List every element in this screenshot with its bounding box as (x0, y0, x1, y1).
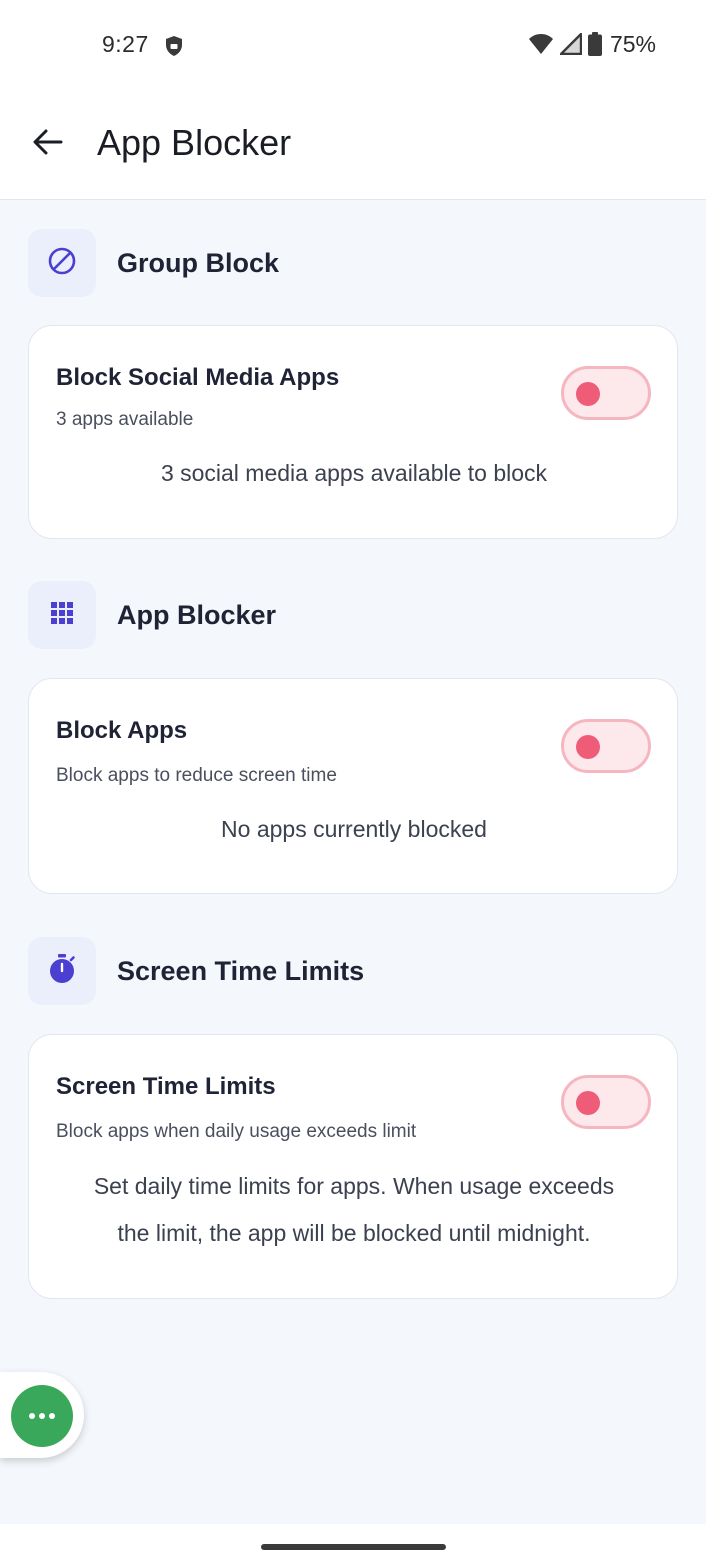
section-title: App Blocker (117, 599, 277, 630)
card-subtitle: Block apps when daily usage exceeds limi… (56, 1121, 417, 1142)
battery-icon (587, 32, 602, 56)
card-subtitle: Block apps to reduce screen time (56, 765, 337, 786)
status-bar: 9:27 75% (0, 0, 706, 90)
card-title: Block Social Media Apps (56, 364, 340, 391)
section-header-app-blocker: App Blocker (28, 581, 678, 649)
status-time: 9:27 (102, 31, 149, 57)
card-description: No apps currently blocked (221, 816, 487, 842)
fab-container (0, 1372, 84, 1458)
toggle-knob (576, 735, 600, 759)
arrow-left-icon (33, 129, 63, 160)
card-title: Block Apps (56, 717, 188, 744)
shield-icon (164, 35, 184, 56)
section-header-group-block: Group Block (28, 229, 678, 297)
app-blocker-card: Block Apps Block apps to reduce screen t… (28, 678, 678, 894)
page-title: App Blocker (97, 122, 292, 163)
screen-time-card: Screen Time Limits Block apps when daily… (28, 1034, 678, 1299)
stopwatch-icon (47, 953, 77, 990)
more-options-button[interactable] (11, 1385, 73, 1447)
section-icon-container (28, 581, 96, 649)
wifi-icon (528, 33, 554, 55)
screen-time-limits-toggle[interactable] (561, 1075, 651, 1129)
card-subtitle: 3 apps available (56, 409, 194, 430)
home-gesture-handle[interactable] (261, 1544, 446, 1550)
description-line: Set daily time limits for apps. When usa… (93, 1173, 615, 1199)
block-apps-toggle[interactable] (561, 719, 651, 773)
app-bar: App Blocker (0, 90, 706, 200)
card-title: Screen Time Limits (56, 1073, 276, 1100)
block-icon (47, 246, 77, 281)
section-title: Screen Time Limits (117, 955, 365, 986)
section-title: Group Block (117, 247, 280, 278)
social-media-block-toggle[interactable] (561, 366, 651, 420)
description-line: the limit, the app will be blocked until… (117, 1220, 591, 1246)
grid-icon (49, 600, 75, 631)
section-icon-container (28, 937, 96, 1005)
status-icons: 75% (528, 30, 656, 58)
more-horizontal-icon (27, 1413, 57, 1419)
card-description: Set daily time limits for apps. When usa… (49, 1163, 659, 1257)
toggle-knob (576, 1091, 600, 1115)
group-block-card: Block Social Media Apps 3 apps available… (28, 325, 678, 539)
section-header-screen-time: Screen Time Limits (28, 937, 678, 1005)
toggle-knob (576, 382, 600, 406)
card-description: 3 social media apps available to block (160, 460, 548, 486)
section-icon-container (28, 229, 96, 297)
back-button[interactable] (22, 118, 74, 170)
navigation-bar (0, 1524, 706, 1568)
signal-icon (559, 33, 582, 55)
battery-percent: 75% (609, 30, 656, 57)
